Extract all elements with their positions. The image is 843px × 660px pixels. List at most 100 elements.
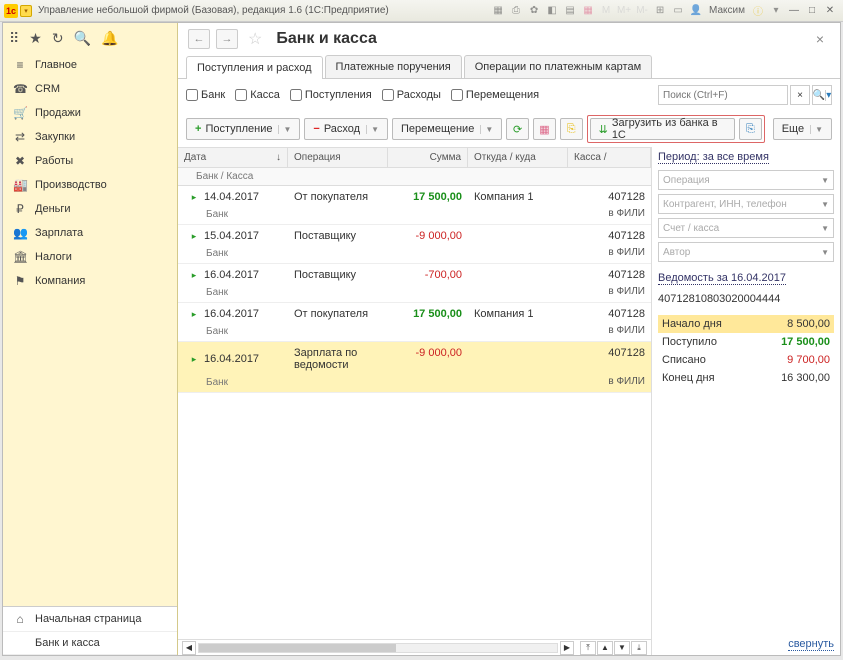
tb-icon[interactable]: M-	[635, 4, 649, 18]
table-row[interactable]: ▸15.04.2017Поставщику-9 000,00407128Банк…	[178, 225, 651, 264]
sidebar-item[interactable]: ⇄ Закупки	[3, 125, 177, 149]
table-row[interactable]: ▸16.04.2017Поставщику-700,00407128Банкв …	[178, 264, 651, 303]
nav-down-icon[interactable]: ▼	[614, 641, 630, 655]
side-panel: Период: за все время Операция▼ Контраген…	[652, 147, 840, 655]
doc-icon: ▸	[188, 191, 200, 203]
summary-row: Поступило17 500,00	[658, 333, 834, 351]
filter-author[interactable]: Автор▼	[658, 242, 834, 262]
user-name: Максим	[709, 5, 745, 16]
tb-icon[interactable]: ▭	[671, 4, 685, 18]
filter-counterparty[interactable]: Контрагент, ИНН, телефон▼	[658, 194, 834, 214]
sidebar-label: Продажи	[35, 107, 81, 119]
statement-icon[interactable]: ⎘	[739, 118, 762, 140]
maximize-button[interactable]: □	[805, 4, 819, 18]
info-icon[interactable]: ⓘ	[751, 4, 765, 18]
sidebar-bottom-item[interactable]: ⌂ Начальная страница	[3, 607, 177, 632]
copy-icon[interactable]: ⎘	[560, 118, 583, 140]
tabs: Поступления и расход Платежные поручения…	[178, 55, 840, 79]
sidebar-label: Производство	[35, 179, 107, 191]
table-row[interactable]: ▸16.04.2017Зарплата по ведомости-9 000,0…	[178, 342, 651, 393]
table-row[interactable]: ▸16.04.2017От покупателя17 500,00Компани…	[178, 303, 651, 342]
tb-icon[interactable]: M+	[617, 4, 631, 18]
sidebar-label: Закупки	[35, 131, 75, 143]
tb-icon[interactable]: ⊞	[653, 4, 667, 18]
star-icon[interactable]: ★	[29, 30, 42, 47]
forward-button[interactable]: →	[216, 29, 238, 49]
search-icon[interactable]: 🔍	[74, 30, 91, 47]
sidebar-item[interactable]: 👥Зарплата	[3, 221, 177, 245]
income-button[interactable]: +Поступление▼	[186, 118, 300, 140]
sidebar-item[interactable]: ☎CRM	[3, 77, 177, 101]
search-input[interactable]	[658, 85, 788, 105]
clear-search-button[interactable]: ×	[790, 85, 810, 105]
history-icon[interactable]: ↻	[52, 30, 64, 47]
expense-button[interactable]: −Расход▼	[304, 118, 388, 140]
grid-icon[interactable]: ⠿	[9, 30, 19, 47]
sidebar-label: Работы	[35, 155, 73, 167]
sidebar-item[interactable]: 🛒Продажи	[3, 101, 177, 125]
collapse-link[interactable]: свернуть	[788, 638, 834, 651]
sidebar-icon: ⚑	[13, 274, 27, 288]
scroll-left-icon[interactable]: ◀	[182, 641, 196, 655]
sidebar-label: Начальная страница	[35, 613, 141, 625]
filter-kassa[interactable]: Касса	[235, 89, 280, 101]
minimize-button[interactable]: —	[787, 4, 801, 18]
sidebar-item[interactable]: ⚑Компания	[3, 269, 177, 293]
doc-icon: ▸	[188, 308, 200, 320]
tab-payment-orders[interactable]: Платежные поручения	[325, 55, 462, 78]
sidebar-icon: 👥	[13, 226, 27, 240]
hscroll[interactable]: ◀ ▶ ⤒ ▲ ▼ ⤓	[178, 639, 651, 655]
sidebar-item[interactable]: ₽Деньги	[3, 197, 177, 221]
close-button[interactable]: ✕	[823, 4, 837, 18]
scroll-right-icon[interactable]: ▶	[560, 641, 574, 655]
app-logo-icon: 1c	[4, 4, 18, 18]
tb-icon[interactable]: ◧	[545, 4, 559, 18]
tb-icon[interactable]: ▤	[563, 4, 577, 18]
sidebar-icon: ⌂	[13, 612, 27, 626]
search-button[interactable]: 🔍▾	[812, 85, 832, 105]
sidebar-item[interactable]: 🏭Производство	[3, 173, 177, 197]
refresh-icon[interactable]: ⟳	[506, 118, 529, 140]
bell-icon[interactable]: 🔔	[101, 30, 118, 47]
sort-icon[interactable]: ↓	[276, 152, 281, 163]
filter-account[interactable]: Счет / касса▼	[658, 218, 834, 238]
doc-icon: ▸	[188, 269, 200, 281]
filter-operation[interactable]: Операция▼	[658, 170, 834, 190]
sidebar-item[interactable]: ≡Главное	[3, 53, 177, 77]
nav-first-icon[interactable]: ⤒	[580, 641, 596, 655]
load-from-bank-highlight: ⇊Загрузить из банка в 1С ⎘	[587, 115, 765, 143]
load-from-bank-button[interactable]: ⇊Загрузить из банка в 1С	[590, 118, 736, 140]
filter-income[interactable]: Поступления	[290, 89, 372, 101]
sidebar-label: Налоги	[35, 251, 72, 263]
more-button[interactable]: Еще▼	[773, 118, 832, 140]
calendar-icon[interactable]: ▦	[581, 4, 595, 18]
table-row[interactable]: ▸14.04.2017От покупателя17 500,00Компани…	[178, 186, 651, 225]
filter-expense[interactable]: Расходы	[382, 89, 441, 101]
app-menu-dropdown[interactable]: ▾	[20, 5, 32, 17]
calendar-icon[interactable]: ▦	[533, 118, 556, 140]
move-button[interactable]: Перемещение▼	[392, 118, 502, 140]
tb-icon[interactable]: ▦	[491, 4, 505, 18]
nav-last-icon[interactable]: ⤓	[631, 641, 647, 655]
tb-icon[interactable]: ✿	[527, 4, 541, 18]
sidebar-item[interactable]: 🏛Налоги	[3, 245, 177, 269]
period-link[interactable]: Период: за все время	[658, 151, 769, 164]
favorite-icon[interactable]: ☆	[248, 29, 262, 49]
sidebar-bottom-item[interactable]: Банк и касса	[3, 632, 177, 655]
main: ← → ☆ Банк и касса × Поступления и расхо…	[178, 23, 840, 655]
sidebar-label: CRM	[35, 83, 60, 95]
tb-icon[interactable]: ⎙	[509, 4, 523, 18]
tab-card-ops[interactable]: Операции по платежным картам	[464, 55, 652, 78]
close-tab-button[interactable]: ×	[810, 31, 830, 47]
filter-move[interactable]: Перемещения	[451, 89, 539, 101]
back-button[interactable]: ←	[188, 29, 210, 49]
filter-bank[interactable]: Банк	[186, 89, 225, 101]
dd-icon[interactable]: ▾	[769, 4, 783, 18]
statement-link[interactable]: Ведомость за 16.04.2017	[658, 272, 786, 285]
tb-icon[interactable]: M	[599, 4, 613, 18]
sidebar-icon: ⇄	[13, 130, 27, 144]
doc-icon: ▸	[188, 230, 200, 242]
nav-up-icon[interactable]: ▲	[597, 641, 613, 655]
sidebar-item[interactable]: ✖Работы	[3, 149, 177, 173]
tab-income-expense[interactable]: Поступления и расход	[186, 56, 323, 79]
